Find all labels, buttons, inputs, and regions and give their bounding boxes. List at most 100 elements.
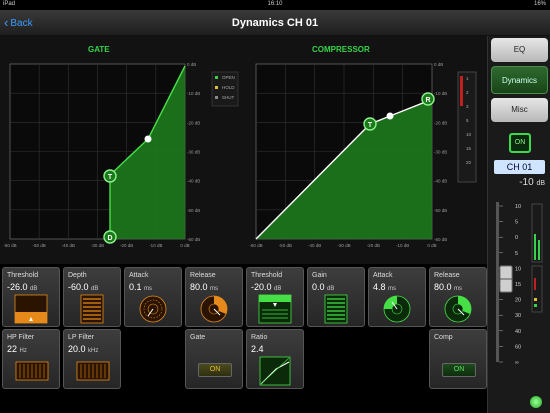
comp-y-tick-label: -20 dB <box>434 120 447 125</box>
legend-shut: SHUT <box>222 95 235 100</box>
comp-threshold-fader-icon <box>258 294 292 324</box>
param-value: 4.8 ms <box>373 282 397 292</box>
clock: 16:10 <box>267 1 283 7</box>
graph-area: GATE COMPRESSOR T D -60 dB -50 dB -40 dB -3… <box>0 36 487 264</box>
comp-ratio-handle-label: R <box>425 97 430 104</box>
param-value: 80.0 ms <box>434 282 463 292</box>
lp-filter-icon <box>76 361 110 381</box>
comp-threshold-handle-label: T <box>368 122 373 129</box>
channel-on-button[interactable]: ON <box>509 133 531 153</box>
param-value: 20.0 kHz <box>68 344 99 354</box>
channel-name: CH 01 <box>494 160 545 174</box>
gain-meter-icon <box>324 294 348 324</box>
comp-release-knob-icon <box>444 295 472 323</box>
fader-scale-label: 10 <box>515 266 521 272</box>
param-value: -26.0 dB <box>7 282 38 292</box>
gate-threshold-control[interactable]: Threshold -26.0 dB <box>2 267 60 327</box>
gate-release-control[interactable]: Release 80.0 ms <box>185 267 243 327</box>
fader-scale-label: 10 <box>515 204 521 210</box>
lp-filter-control[interactable]: LP Filter 20.0 kHz <box>63 329 121 389</box>
gain-reduction-meter: 1235101520 <box>457 71 477 183</box>
gate-y-tick-label: -40 dB <box>187 179 200 184</box>
comp-release-control[interactable]: Release 80.0 ms <box>429 267 487 327</box>
gate-attack-control[interactable]: Attack 0.1 ms <box>124 267 182 327</box>
fader-scale-label: 40 <box>515 329 521 335</box>
ratio-control[interactable]: Ratio 2.4 <box>246 329 304 389</box>
comp-x-tick-label: -50 dB <box>279 243 292 248</box>
param-label: Depth <box>68 272 87 279</box>
fader-scale-label: ∞ <box>515 360 519 366</box>
comp-x-tick-label: -10 dB <box>396 243 409 248</box>
comp-attack-knob-icon <box>383 295 411 323</box>
release-knob-icon <box>200 295 228 323</box>
param-value: 0.1 ms <box>129 282 153 292</box>
connection-status-indicator <box>530 396 542 408</box>
hp-filter-icon <box>15 361 49 381</box>
param-value: 80.0 ms <box>190 282 219 292</box>
status-bar: iPad 16:10 16% <box>0 0 550 10</box>
fader-scale-label: 5 <box>515 220 518 226</box>
comp-x-tick-label: -30 dB <box>337 243 350 248</box>
legend-hold: HOLD <box>222 85 235 90</box>
gate-x-tick-label: -60 dB <box>3 243 16 248</box>
fader-track <box>496 202 499 362</box>
channel-level: -10 dB <box>519 177 545 188</box>
fader-scale-label: 60 <box>515 344 521 350</box>
gate-x-tick-label: -40 dB <box>62 243 75 248</box>
param-value: -60.0 dB <box>68 282 99 292</box>
comp-y-tick-label: -30 dB <box>434 150 447 155</box>
param-label: HP Filter <box>7 334 35 341</box>
comp-y-tick-label: 0 dB <box>434 62 443 67</box>
fader-svg: 10 5 0 5 10 15 20 30 40 60 ∞ <box>496 202 543 366</box>
param-value: 0.0 dB <box>312 282 335 292</box>
gate-graph[interactable]: T D <box>9 63 186 244</box>
comp-attack-control[interactable]: Attack 4.8 ms <box>368 267 426 327</box>
legend-shut-swatch <box>215 96 218 99</box>
gate-x-tick-label: 0 dB <box>180 243 189 248</box>
comp-toggle-control[interactable]: Comp ON <box>429 329 487 389</box>
gate-x-tick-label: -50 dB <box>33 243 46 248</box>
fader-scale-label: 30 <box>515 313 521 319</box>
parameter-panel: Threshold -26.0 dB Depth -60.0 dB Attack… <box>0 264 487 394</box>
comp-gain-control[interactable]: Gain 0.0 dB <box>307 267 365 327</box>
param-label: Attack <box>129 272 149 279</box>
gate-toggle-control[interactable]: Gate ON <box>185 329 243 389</box>
hp-filter-control[interactable]: HP Filter 22 Hz <box>2 329 60 389</box>
comp-y-tick-label: -60 dB <box>434 237 447 242</box>
gate-y-tick-label: 0 dB <box>187 62 196 67</box>
gate-knee-point[interactable] <box>144 135 152 143</box>
fader-scale-label: 5 <box>515 251 518 257</box>
comp-x-tick-label: -60 dB <box>249 243 262 248</box>
threshold-fader-icon <box>14 294 48 324</box>
param-label: Ratio <box>251 334 268 341</box>
gr-meter-bar <box>460 76 463 106</box>
comp-on-toggle[interactable]: ON <box>442 363 476 377</box>
param-value: 22 Hz <box>7 344 27 354</box>
param-label: Threshold <box>7 272 39 279</box>
tab-dynamics[interactable]: Dynamics <box>491 66 548 94</box>
gate-on-toggle[interactable]: ON <box>198 363 232 377</box>
gate-x-tick-label: -20 dB <box>120 243 133 248</box>
comp-x-tick-label: 0 dB <box>427 243 436 248</box>
tab-eq[interactable]: EQ <box>491 38 548 62</box>
comp-x-tick-label: -40 dB <box>308 243 321 248</box>
fader-scale-label: 20 <box>515 298 521 304</box>
gate-x-tick-label: -10 dB <box>149 243 162 248</box>
graphs-svg: T D -60 dB -50 dB -40 dB -30 dB -20 dB -10 dB… <box>3 62 477 248</box>
ratio-curve-icon <box>259 356 291 386</box>
gate-depth-control[interactable]: Depth -60.0 dB <box>63 267 121 327</box>
comp-y-tick-label: -50 dB <box>434 208 447 213</box>
param-value: -20.0 dB <box>251 282 282 292</box>
bottom-bar <box>0 394 487 413</box>
comp-threshold-control[interactable]: Threshold -20.0 dB <box>246 267 304 327</box>
gate-y-tick-label: -30 dB <box>187 150 200 155</box>
tab-misc[interactable]: Misc <box>491 98 548 122</box>
gate-x-tick-label: -30 dB <box>91 243 104 248</box>
fader-scale-label: 0 <box>515 235 518 241</box>
level-meter-top <box>531 203 543 263</box>
comp-y-tick-label: -40 dB <box>434 179 447 184</box>
legend-open-swatch <box>215 76 218 79</box>
comp-knee-point[interactable] <box>386 112 394 120</box>
compressor-graph[interactable]: T R <box>255 63 435 240</box>
gate-y-tick-label: -20 dB <box>187 120 200 125</box>
